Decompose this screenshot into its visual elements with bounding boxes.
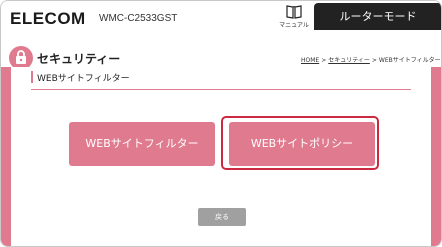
breadcrumb-current: WEBサイトフィルター — [378, 57, 441, 64]
section-heading: WEBサイトフィルター — [37, 74, 130, 84]
web-site-policy-button[interactable]: WEBサイトポリシー — [229, 122, 375, 166]
manual-label: マニュアル — [279, 22, 309, 29]
breadcrumb: HOME > セキュリティー > WEBサイトフィルター — [301, 55, 441, 64]
back-button[interactable]: 戻る — [198, 208, 246, 226]
router-mode-tab[interactable]: ルーターモード — [314, 3, 441, 30]
breadcrumb-separator: > — [321, 57, 327, 64]
book-icon — [286, 5, 302, 19]
web-site-filter-button[interactable]: WEBサイトフィルター — [69, 122, 215, 166]
breadcrumb-home[interactable]: HOME — [301, 57, 319, 64]
breadcrumb-security[interactable]: セキュリティー — [328, 57, 370, 64]
screen-frame: ELECOM WMC-C2533GST マニュアル ルーターモード セキュリティ… — [0, 0, 442, 247]
manual-button[interactable]: マニュアル — [276, 5, 312, 33]
section-marker — [31, 71, 33, 83]
header: ELECOM WMC-C2533GST マニュアル ルーターモード — [1, 1, 441, 37]
breadcrumb-separator: > — [371, 57, 377, 64]
model-name: WMC-C2533GST — [99, 13, 178, 24]
section-divider — [31, 89, 411, 90]
page-title: セキュリティー — [37, 52, 121, 66]
brand-logo: ELECOM — [10, 9, 86, 28]
